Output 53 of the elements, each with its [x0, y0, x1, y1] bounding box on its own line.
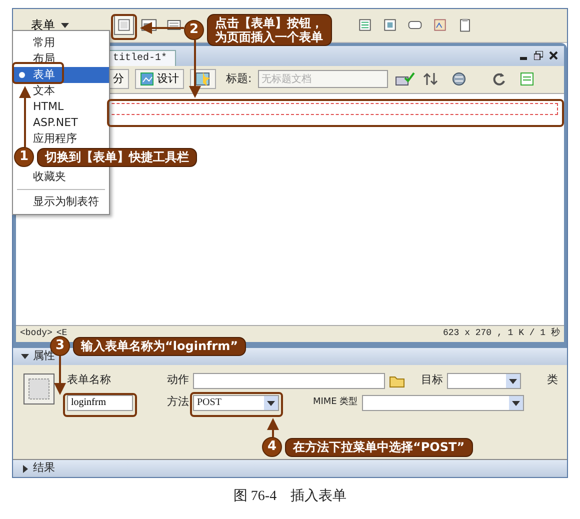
- document-size-status: 623 x 270 , 1 K / 1 秒: [442, 326, 560, 340]
- field-label: MIME 类型: [313, 396, 358, 409]
- field-label: 类: [547, 372, 558, 388]
- callout-label: 点击【表单】按钮，为页面插入一个表单: [207, 14, 332, 46]
- design-button[interactable]: 设计: [135, 69, 184, 90]
- title-label: 标题:: [226, 71, 252, 88]
- highlight-frame: [111, 14, 137, 40]
- dropdown-arrow-icon: [267, 398, 275, 407]
- form-name-field[interactable]: loginfrm: [67, 394, 133, 411]
- figure-number: 图 76-4: [233, 488, 277, 506]
- action-field[interactable]: [193, 372, 385, 389]
- dropdown-arrow-icon: [509, 376, 517, 385]
- field-label: 动作: [167, 372, 189, 388]
- caret-icon: [61, 21, 69, 30]
- restore-icon: [534, 51, 543, 60]
- tag-selector-item[interactable]: <body>: [20, 326, 52, 340]
- arrow: [267, 418, 279, 437]
- field-label: 目标: [421, 372, 443, 388]
- arrow: [19, 86, 31, 147]
- dropdown-arrow-icon: [512, 398, 520, 407]
- menu-item[interactable]: 收藏夹: [13, 169, 109, 185]
- results-panel-bar[interactable]: 结果: [13, 459, 567, 477]
- split-button[interactable]: 分: [108, 69, 129, 90]
- field-label: 表单名称: [67, 372, 111, 388]
- close-icon: [549, 51, 558, 60]
- category-dropdown[interactable]: 表单: [31, 16, 55, 34]
- arrow: [140, 22, 184, 34]
- callout-label: 在方法下拉菜单中选择“POST”: [285, 438, 473, 456]
- fieldset-icon: [457, 16, 473, 34]
- menu-item[interactable]: 表单: [13, 67, 109, 83]
- form-icon: [23, 372, 55, 405]
- menu-item[interactable]: HTML: [13, 99, 109, 115]
- form-button[interactable]: [114, 15, 134, 36]
- menu-item[interactable]: 显示为制表符: [13, 194, 109, 210]
- menu-item[interactable]: ASP.NET: [13, 115, 109, 131]
- arrow: [189, 40, 201, 98]
- validate-icon: [394, 71, 415, 88]
- menu-item[interactable]: 应用程序: [13, 131, 109, 147]
- callout-label: 输入表单名称为“loginfrm”: [73, 336, 246, 356]
- target-select[interactable]: [447, 372, 521, 389]
- figure-caption: 插入表单: [290, 488, 347, 506]
- bullet-icon: [19, 72, 25, 78]
- callout-label: 切换到【表单】快捷工具栏: [37, 148, 197, 166]
- arrow: [54, 356, 66, 395]
- field-label: 方法: [167, 394, 189, 410]
- menu-item[interactable]: 文本: [13, 83, 109, 99]
- highlight-frame: [12, 62, 64, 84]
- folder-icon: [389, 374, 405, 388]
- design-view-icon: [140, 72, 154, 86]
- method-select[interactable]: POST: [193, 394, 279, 411]
- panel-title: 结果: [33, 460, 55, 476]
- menu-item[interactable]: 常用: [13, 35, 109, 51]
- mime-type-select[interactable]: [362, 394, 524, 411]
